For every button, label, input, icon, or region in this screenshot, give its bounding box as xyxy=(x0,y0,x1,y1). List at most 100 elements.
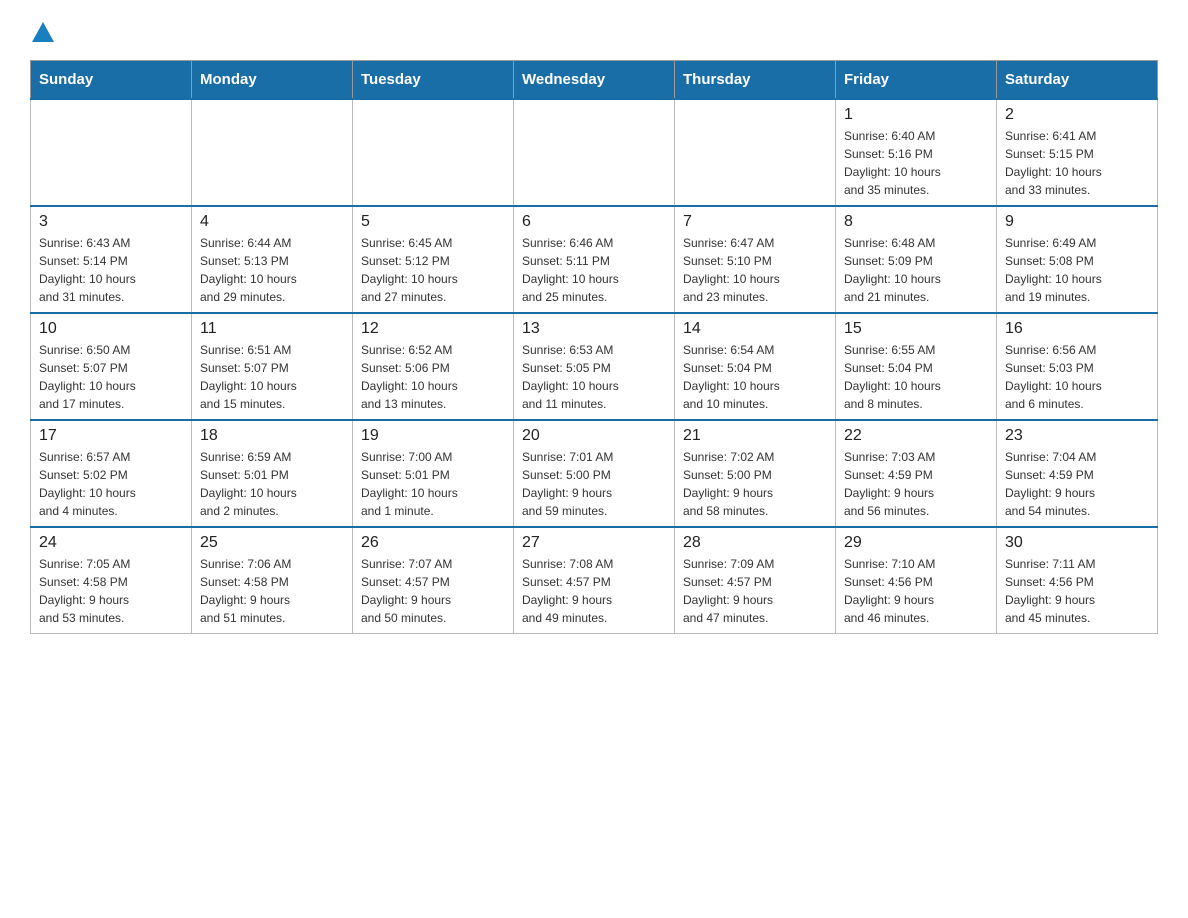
calendar-cell: 9Sunrise: 6:49 AMSunset: 5:08 PMDaylight… xyxy=(997,206,1158,313)
day-of-week-header: Friday xyxy=(836,61,997,100)
day-info: Sunrise: 6:49 AMSunset: 5:08 PMDaylight:… xyxy=(1005,234,1149,306)
day-info: Sunrise: 6:41 AMSunset: 5:15 PMDaylight:… xyxy=(1005,127,1149,199)
day-number: 12 xyxy=(361,320,505,338)
calendar-cell: 18 Sunrise: 6:59 AMSunset: 5:01 PMDayligh… xyxy=(192,420,353,527)
day-number: 23 xyxy=(1005,427,1149,445)
calendar-cell: 17 Sunrise: 6:57 AMSunset: 5:02 PMDayligh… xyxy=(31,420,192,527)
calendar-table: SundayMondayTuesdayWednesdayThursdayFrid… xyxy=(30,60,1158,634)
day-info: Sunrise: 6:50 AMSunset: 5:07 PMDaylight:… xyxy=(39,341,183,413)
day-of-week-header: Wednesday xyxy=(514,61,675,100)
day-number: 13 xyxy=(522,320,666,338)
day-info: Sunrise: 7:00 AMSunset: 5:01 PMDaylight:… xyxy=(361,448,505,520)
day-of-week-header: Saturday xyxy=(997,61,1158,100)
day-number: 29 xyxy=(844,534,988,552)
day-info: Sunrise: 6:56 AMSunset: 5:03 PMDaylight:… xyxy=(1005,341,1149,413)
day-info: Sunrise: 6:43 AMSunset: 5:14 PMDaylight:… xyxy=(39,234,183,306)
calendar-cell: 7Sunrise: 6:47 AMSunset: 5:10 PMDaylight… xyxy=(675,206,836,313)
day-of-week-header: Monday xyxy=(192,61,353,100)
calendar-header-row: SundayMondayTuesdayWednesdayThursdayFrid… xyxy=(31,61,1158,100)
calendar-cell: 12Sunrise: 6:52 AMSunset: 5:06 PMDayligh… xyxy=(353,313,514,420)
day-info: Sunrise: 6:48 AMSunset: 5:09 PMDaylight:… xyxy=(844,234,988,306)
day-number: 5 xyxy=(361,213,505,231)
day-info: Sunrise: 7:03 AMSunset: 4:59 PMDaylight:… xyxy=(844,448,988,520)
day-number: 19 xyxy=(361,427,505,445)
day-number: 14 xyxy=(683,320,827,338)
day-number: 7 xyxy=(683,213,827,231)
day-info: Sunrise: 6:40 AMSunset: 5:16 PMDaylight:… xyxy=(844,127,988,199)
day-number: 25 xyxy=(200,534,344,552)
calendar-cell: 25 Sunrise: 7:06 AMSunset: 4:58 PMDayligh… xyxy=(192,527,353,634)
calendar-cell: 14 Sunrise: 6:54 AMSunset: 5:04 PMDayligh… xyxy=(675,313,836,420)
day-info: Sunrise: 6:55 AMSunset: 5:04 PMDaylight:… xyxy=(844,341,988,413)
day-info: Sunrise: 7:08 AMSunset: 4:57 PMDaylight:… xyxy=(522,555,666,627)
day-number: 28 xyxy=(683,534,827,552)
calendar-cell: 13 Sunrise: 6:53 AMSunset: 5:05 PMDayligh… xyxy=(514,313,675,420)
calendar-week-row: 17 Sunrise: 6:57 AMSunset: 5:02 PMDayligh… xyxy=(31,420,1158,527)
day-info: Sunrise: 7:05 AMSunset: 4:58 PMDaylight:… xyxy=(39,555,183,627)
day-info: Sunrise: 7:01 AMSunset: 5:00 PMDaylight:… xyxy=(522,448,666,520)
calendar-cell: 22 Sunrise: 7:03 AMSunset: 4:59 PMDayligh… xyxy=(836,420,997,527)
day-number: 15 xyxy=(844,320,988,338)
calendar-week-row: 1 Sunrise: 6:40 AMSunset: 5:16 PMDaylight… xyxy=(31,99,1158,206)
calendar-cell: 28 Sunrise: 7:09 AMSunset: 4:57 PMDayligh… xyxy=(675,527,836,634)
day-number: 27 xyxy=(522,534,666,552)
calendar-week-row: 10 Sunrise: 6:50 AMSunset: 5:07 PMDayligh… xyxy=(31,313,1158,420)
calendar-cell xyxy=(192,99,353,206)
day-of-week-header: Thursday xyxy=(675,61,836,100)
calendar-cell: 29Sunrise: 7:10 AMSunset: 4:56 PMDayligh… xyxy=(836,527,997,634)
day-number: 16 xyxy=(1005,320,1149,338)
calendar-week-row: 24 Sunrise: 7:05 AMSunset: 4:58 PMDayligh… xyxy=(31,527,1158,634)
calendar-cell: 5 Sunrise: 6:45 AMSunset: 5:12 PMDaylight… xyxy=(353,206,514,313)
day-info: Sunrise: 6:54 AMSunset: 5:04 PMDaylight:… xyxy=(683,341,827,413)
day-info: Sunrise: 7:06 AMSunset: 4:58 PMDaylight:… xyxy=(200,555,344,627)
day-info: Sunrise: 6:53 AMSunset: 5:05 PMDaylight:… xyxy=(522,341,666,413)
day-info: Sunrise: 7:04 AMSunset: 4:59 PMDaylight:… xyxy=(1005,448,1149,520)
day-of-week-header: Tuesday xyxy=(353,61,514,100)
day-info: Sunrise: 6:59 AMSunset: 5:01 PMDaylight:… xyxy=(200,448,344,520)
day-info: Sunrise: 6:46 AMSunset: 5:11 PMDaylight:… xyxy=(522,234,666,306)
logo-triangle-icon xyxy=(32,22,54,42)
calendar-week-row: 3Sunrise: 6:43 AMSunset: 5:14 PMDaylight… xyxy=(31,206,1158,313)
day-number: 10 xyxy=(39,320,183,338)
day-info: Sunrise: 6:44 AMSunset: 5:13 PMDaylight:… xyxy=(200,234,344,306)
day-number: 18 xyxy=(200,427,344,445)
calendar-cell xyxy=(31,99,192,206)
calendar-cell xyxy=(353,99,514,206)
calendar-cell: 4 Sunrise: 6:44 AMSunset: 5:13 PMDaylight… xyxy=(192,206,353,313)
page-header xyxy=(30,20,1158,40)
calendar-cell: 21 Sunrise: 7:02 AMSunset: 5:00 PMDayligh… xyxy=(675,420,836,527)
calendar-cell: 27 Sunrise: 7:08 AMSunset: 4:57 PMDayligh… xyxy=(514,527,675,634)
calendar-cell: 30 Sunrise: 7:11 AMSunset: 4:56 PMDayligh… xyxy=(997,527,1158,634)
calendar-cell: 3Sunrise: 6:43 AMSunset: 5:14 PMDaylight… xyxy=(31,206,192,313)
calendar-cell: 1 Sunrise: 6:40 AMSunset: 5:16 PMDaylight… xyxy=(836,99,997,206)
day-number: 4 xyxy=(200,213,344,231)
day-info: Sunrise: 6:45 AMSunset: 5:12 PMDaylight:… xyxy=(361,234,505,306)
day-number: 1 xyxy=(844,106,988,124)
day-number: 2 xyxy=(1005,106,1149,124)
day-of-week-header: Sunday xyxy=(31,61,192,100)
calendar-cell: 2 Sunrise: 6:41 AMSunset: 5:15 PMDaylight… xyxy=(997,99,1158,206)
day-info: Sunrise: 6:57 AMSunset: 5:02 PMDaylight:… xyxy=(39,448,183,520)
day-number: 20 xyxy=(522,427,666,445)
logo xyxy=(30,20,54,40)
day-info: Sunrise: 7:02 AMSunset: 5:00 PMDaylight:… xyxy=(683,448,827,520)
calendar-cell: 26Sunrise: 7:07 AMSunset: 4:57 PMDayligh… xyxy=(353,527,514,634)
day-number: 26 xyxy=(361,534,505,552)
calendar-cell: 23 Sunrise: 7:04 AMSunset: 4:59 PMDayligh… xyxy=(997,420,1158,527)
calendar-cell: 16 Sunrise: 6:56 AMSunset: 5:03 PMDayligh… xyxy=(997,313,1158,420)
day-number: 6 xyxy=(522,213,666,231)
day-info: Sunrise: 6:51 AMSunset: 5:07 PMDaylight:… xyxy=(200,341,344,413)
day-number: 30 xyxy=(1005,534,1149,552)
day-number: 24 xyxy=(39,534,183,552)
day-info: Sunrise: 7:11 AMSunset: 4:56 PMDaylight:… xyxy=(1005,555,1149,627)
calendar-cell: 11Sunrise: 6:51 AMSunset: 5:07 PMDayligh… xyxy=(192,313,353,420)
calendar-cell xyxy=(514,99,675,206)
calendar-cell: 6 Sunrise: 6:46 AMSunset: 5:11 PMDaylight… xyxy=(514,206,675,313)
day-number: 21 xyxy=(683,427,827,445)
calendar-cell: 10 Sunrise: 6:50 AMSunset: 5:07 PMDayligh… xyxy=(31,313,192,420)
day-number: 17 xyxy=(39,427,183,445)
day-number: 8 xyxy=(844,213,988,231)
day-info: Sunrise: 7:09 AMSunset: 4:57 PMDaylight:… xyxy=(683,555,827,627)
calendar-cell: 15 Sunrise: 6:55 AMSunset: 5:04 PMDayligh… xyxy=(836,313,997,420)
day-number: 22 xyxy=(844,427,988,445)
